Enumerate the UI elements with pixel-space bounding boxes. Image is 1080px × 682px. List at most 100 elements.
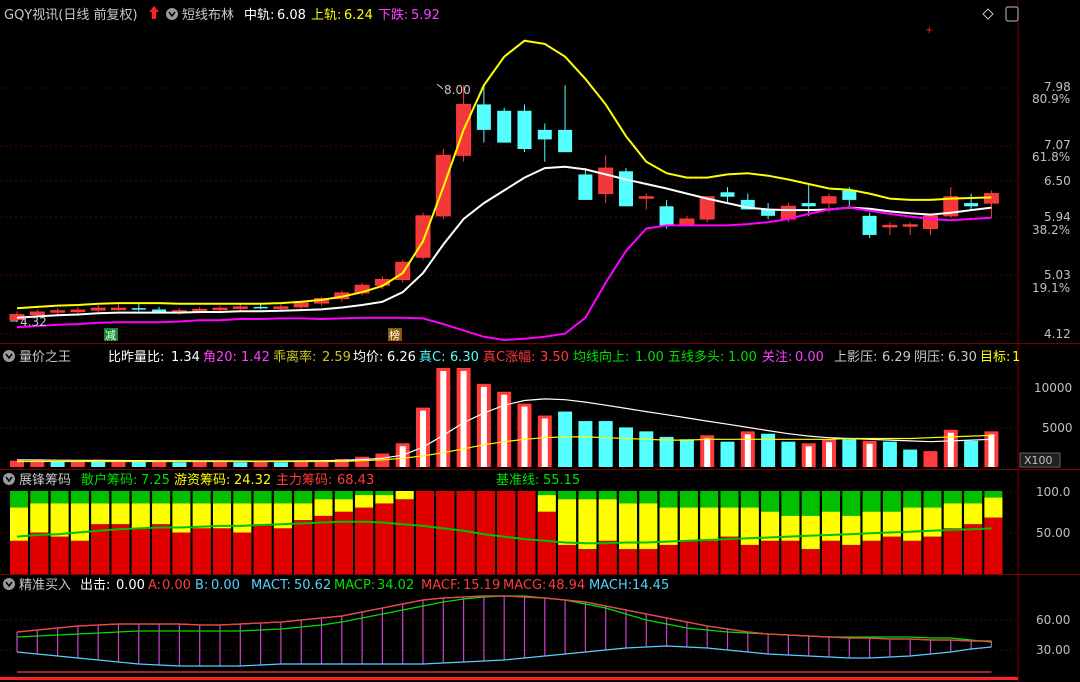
chip-bar-youzi bbox=[720, 507, 739, 537]
chip-bar-main bbox=[111, 524, 130, 574]
chip-bar-main bbox=[761, 540, 780, 574]
candle-body bbox=[517, 110, 532, 149]
candle-body bbox=[964, 203, 979, 207]
volume-panel-name: 量价之王 bbox=[19, 350, 71, 365]
chip-bar-main bbox=[984, 517, 1003, 574]
chip-bars-layer bbox=[10, 491, 1003, 574]
volume-tick: 5000 bbox=[1042, 421, 1073, 435]
chip-item-label: 基准线: bbox=[496, 473, 539, 488]
chip-bar-youzi bbox=[862, 511, 881, 541]
buy-item-label: MACG: bbox=[503, 578, 546, 593]
chip-bar-youzi bbox=[334, 499, 353, 512]
stock-chart-window[interactable]: GQY视讯(日线 前复权) 短线布林 中轨: 6.08 上轨: 6.24 下跌:… bbox=[0, 0, 1080, 682]
volume-bar bbox=[253, 461, 268, 467]
vol-item-value: 6.30 bbox=[450, 350, 479, 365]
volume-bar bbox=[50, 461, 65, 467]
candle-fill bbox=[639, 196, 654, 199]
chip-bar-youzi bbox=[70, 503, 89, 541]
chip-bar-youzi bbox=[964, 503, 983, 525]
chip-bar-main bbox=[416, 491, 434, 574]
candle-fill bbox=[598, 168, 613, 194]
badge-reduce-label: 减 bbox=[105, 329, 116, 342]
candle-fill bbox=[822, 196, 836, 204]
volume-panel-header: 量价之王 比昨量比: 1.34 角20: 1.42 乖离率: 2.59 均价: … bbox=[3, 349, 1020, 365]
candle-body bbox=[537, 129, 552, 140]
buy-item-label: 出击: bbox=[80, 578, 110, 593]
chip-bar-main bbox=[720, 536, 739, 574]
candle-fill bbox=[70, 310, 85, 312]
chip-bar-youzi bbox=[91, 503, 110, 525]
buy-tick: 60.00 bbox=[1036, 613, 1070, 627]
buy-item-label: MACH: bbox=[589, 578, 632, 593]
volume-bar-highlight bbox=[420, 410, 426, 467]
chip-bar-main bbox=[700, 540, 719, 574]
chip-item-value: 24.32 bbox=[234, 473, 271, 488]
signal-mark: + bbox=[925, 25, 933, 36]
vol-item-label: 均线向上: bbox=[573, 349, 629, 365]
dropdown-icon[interactable] bbox=[3, 473, 15, 485]
candle-fill bbox=[416, 215, 430, 258]
volume-tick: 10000 bbox=[1034, 381, 1072, 395]
chip-bar-main bbox=[598, 540, 617, 574]
vol-item-value: 6.26 bbox=[387, 350, 416, 365]
candle-body bbox=[862, 215, 877, 235]
chip-bar-youzi bbox=[375, 495, 394, 504]
volume-bar bbox=[355, 456, 370, 467]
chip-bar-youzi bbox=[213, 503, 231, 529]
chip-tick: 50.00 bbox=[1036, 526, 1070, 540]
volume-unit: X100 bbox=[1024, 454, 1053, 467]
volume-bar bbox=[659, 436, 674, 467]
vol-item-value: 6.30 bbox=[948, 350, 977, 365]
chip-bar-main bbox=[314, 515, 333, 574]
chip-bar-main bbox=[923, 536, 942, 574]
candle-fill bbox=[273, 306, 288, 309]
price-tick: 5.03 bbox=[1044, 268, 1071, 282]
vol-item-value: 1.42 bbox=[241, 350, 270, 365]
chip-bar-main bbox=[213, 528, 231, 574]
chip-bar-youzi bbox=[537, 495, 556, 512]
candle-fill bbox=[882, 225, 897, 227]
chip-bar-youzi bbox=[578, 499, 597, 550]
volume-bar bbox=[639, 431, 654, 467]
lower-band-value: 5.92 bbox=[411, 8, 440, 23]
volume-bar bbox=[781, 441, 796, 467]
chip-bar-youzi bbox=[314, 499, 333, 516]
dropdown-icon[interactable] bbox=[3, 578, 15, 590]
chip-bar-youzi bbox=[294, 503, 313, 521]
buy-item-value: 48.94 bbox=[548, 578, 585, 593]
chip-bar-youzi bbox=[700, 507, 719, 541]
candle-fill bbox=[50, 310, 65, 313]
chip-item-value: 55.15 bbox=[543, 473, 580, 488]
candle-body bbox=[842, 190, 857, 200]
dropdown-icon[interactable] bbox=[166, 8, 178, 20]
buy-item-label: MACT: bbox=[251, 578, 291, 593]
volume-bar-highlight bbox=[826, 442, 832, 467]
dropdown-icon[interactable] bbox=[3, 350, 15, 362]
chip-bar-main bbox=[801, 549, 820, 574]
candle-body bbox=[578, 174, 593, 200]
vol-item-value: 1 bbox=[1012, 350, 1020, 365]
volume-bar bbox=[619, 427, 633, 467]
volume-bar-highlight bbox=[947, 432, 954, 467]
chip-bar-youzi bbox=[30, 503, 49, 533]
candle-body bbox=[558, 129, 573, 153]
volume-bar-highlight bbox=[866, 443, 873, 467]
volume-bar-highlight bbox=[541, 418, 548, 467]
chip-bar-youzi bbox=[192, 503, 211, 529]
volume-bar bbox=[273, 462, 288, 467]
vol-item-value: 0.00 bbox=[795, 350, 824, 365]
stock-title[interactable]: GQY视讯(日线 前复权) bbox=[4, 7, 138, 23]
vol-item-value: 3.50 bbox=[540, 350, 569, 365]
chip-bar-youzi bbox=[679, 507, 698, 541]
chip-bar-main bbox=[517, 491, 536, 574]
buy-item-label: MACP: bbox=[334, 578, 375, 593]
volume-bar bbox=[903, 449, 918, 467]
lower-band-label: 下跌: bbox=[378, 7, 408, 23]
chip-bar-main bbox=[679, 540, 698, 574]
candle-fill bbox=[111, 308, 126, 310]
buy-item-value: 0.00 bbox=[162, 578, 191, 593]
pct-tick: 80.9% bbox=[1032, 92, 1070, 106]
chip-bar-main bbox=[30, 532, 49, 574]
buy-item-value: 15.19 bbox=[463, 578, 500, 593]
chip-bar-main bbox=[355, 507, 374, 574]
